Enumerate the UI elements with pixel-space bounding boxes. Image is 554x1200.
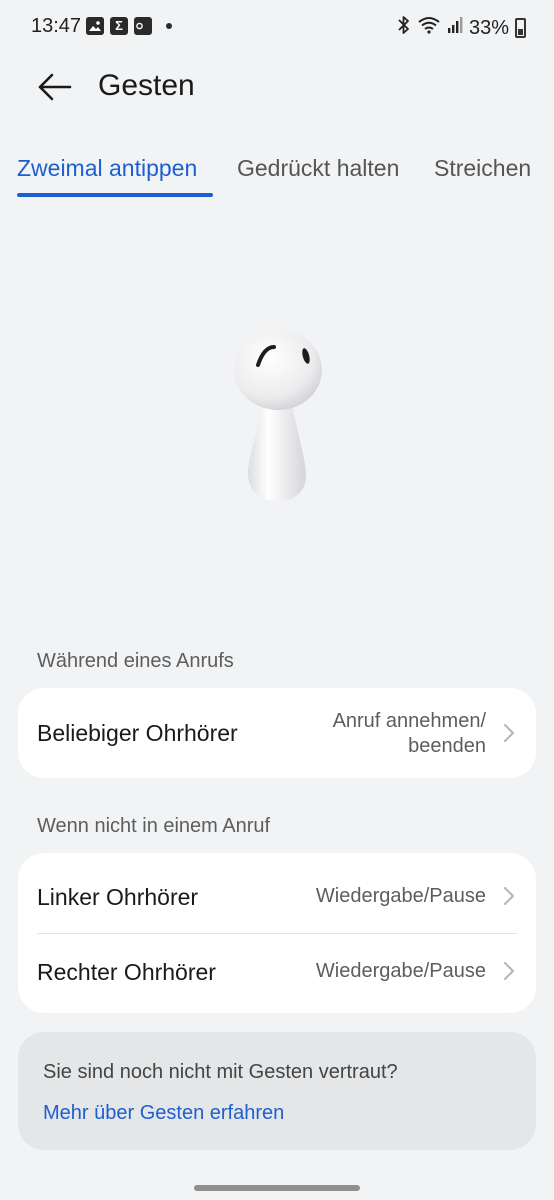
tab-swipe[interactable]: Streichen [434,155,531,182]
tab-double-tap[interactable]: Zweimal antippen [17,155,197,182]
active-tab-indicator [17,193,213,197]
section-label-not-in-call: Wenn nicht in einem Anruf [37,815,271,837]
learn-more-link[interactable]: Mehr über Gesten erfahren [43,1102,284,1125]
not-in-call-card: Linker Ohrhörer Wiedergabe/Pause Rechter… [18,853,536,1013]
battery-percentage: 33% [468,16,509,39]
row-left-earbud[interactable]: Linker Ohrhörer Wiedergabe/Pause [18,853,536,933]
status-bar: 13:47 Σ 33% [0,0,554,56]
section-label-during-call: Während eines Anrufs [37,650,234,672]
row-value-line2: beenden [408,735,486,757]
arrow-left-icon [38,73,72,101]
signal-icon [447,15,463,41]
row-right-earbud[interactable]: Rechter Ohrhörer Wiedergabe/Pause [18,933,536,1013]
battery-icon [515,18,526,38]
status-notification-icons: Σ [86,17,172,35]
row-any-earbud[interactable]: Beliebiger Ohrhörer Anruf annehmen/ been… [18,688,536,778]
row-label: Linker Ohrhörer [37,884,199,910]
home-indicator[interactable] [194,1185,360,1191]
help-text: Sie sind noch nicht mit Gesten vertraut? [43,1061,398,1083]
earbud-illustration [226,325,330,505]
app-header: Gesten [0,56,554,120]
gallery-icon [86,17,104,35]
outlook-icon [134,17,153,35]
row-value-line1: Anruf annehmen/ [332,710,486,732]
gesture-tabs: Zweimal antippen Gedrückt halten Streich… [0,155,554,199]
page-title: Gesten [98,69,195,102]
row-value: Anruf annehmen/ beenden [333,709,486,759]
row-label: Rechter Ohrhörer [37,959,216,985]
during-call-card: Beliebiger Ohrhörer Anruf annehmen/ been… [18,688,536,778]
back-button[interactable] [34,66,76,108]
row-value: Wiedergabe/Pause [315,960,486,982]
row-label: Beliebiger Ohrhörer [37,720,238,746]
notification-dot [166,23,172,29]
chevron-right-icon [504,962,514,980]
status-system-icons: 33% [397,15,526,41]
bluetooth-icon [397,15,411,41]
status-time: 13:47 [31,15,82,37]
wifi-icon [417,15,441,41]
sigma-icon: Σ [110,17,128,35]
gesture-help-card: Sie sind noch nicht mit Gesten vertraut?… [18,1032,536,1150]
row-value: Wiedergabe/Pause [315,885,486,907]
chevron-right-icon [504,887,514,905]
tab-press-and-hold[interactable]: Gedrückt halten [237,155,399,182]
chevron-right-icon [504,724,514,742]
